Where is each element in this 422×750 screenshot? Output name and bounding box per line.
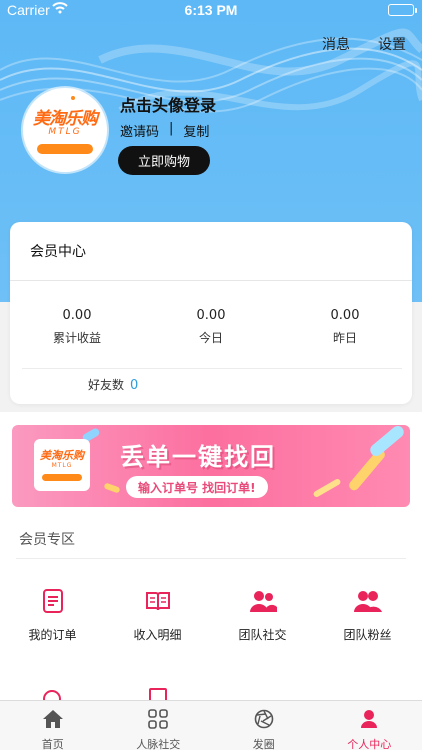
- order-icon: [0, 588, 105, 614]
- tab-moments[interactable]: 发圈: [211, 701, 317, 750]
- status-bar: Carrier 6:13 PM: [0, 0, 422, 22]
- tab-label: 发圈: [252, 738, 275, 750]
- member-center-title: 会员中心: [30, 244, 86, 260]
- message-button[interactable]: 消息: [322, 34, 350, 54]
- grid-icon: [148, 709, 169, 733]
- banner-logo-bar: [42, 474, 82, 481]
- avatar-logo-bar: [37, 144, 93, 154]
- friends-label: 好友数: [88, 378, 125, 392]
- main-content: 美淘乐购 MTLG 丢单一键找回 输入订单号 找回订单! 会员专区 我的订单 收…: [0, 412, 422, 708]
- find-order-banner[interactable]: 美淘乐购 MTLG 丢单一键找回 输入订单号 找回订单!: [12, 425, 410, 507]
- grid-item-label: 团队粉丝: [343, 628, 392, 642]
- stat-value: 0.00: [62, 308, 92, 323]
- divider: [10, 280, 412, 281]
- member-zone-title: 会员专区: [19, 532, 75, 548]
- tab-bar: 首页 人脉社交 发圈 个人中心: [0, 700, 422, 750]
- banner-logo-text: 美淘乐购: [40, 449, 84, 462]
- banner-decoration: [347, 447, 387, 493]
- logo-dot-decoration: [71, 96, 75, 100]
- home-icon: [42, 710, 64, 733]
- stat-total-earnings[interactable]: 0.00 累计收益: [10, 308, 144, 346]
- grid-item-label: 收入明细: [133, 628, 182, 642]
- stat-yesterday[interactable]: 0.00 昨日: [278, 308, 412, 346]
- my-orders-button[interactable]: 我的订单: [0, 588, 105, 643]
- friends-count-row[interactable]: 好友数 0: [88, 376, 138, 393]
- income-detail-icon: [105, 588, 210, 614]
- team-social-button[interactable]: 团队社交: [210, 588, 315, 643]
- shop-now-button[interactable]: 立即购物: [118, 146, 210, 175]
- banner-subtitle: 输入订单号 找回订单!: [126, 476, 268, 498]
- tab-label: 个人中心: [347, 738, 392, 750]
- avatar-logo-subtext: MTLG: [48, 127, 82, 137]
- team-fans-button[interactable]: 团队粉丝: [315, 588, 420, 643]
- tab-home[interactable]: 首页: [0, 701, 106, 750]
- tab-label: 人脉社交: [136, 738, 181, 750]
- stat-today[interactable]: 0.00 今日: [144, 308, 278, 346]
- team-social-icon: [210, 588, 315, 614]
- divider: [22, 368, 402, 369]
- avatar[interactable]: 美淘乐购 MTLG: [23, 88, 107, 172]
- banner-decoration: [103, 482, 121, 494]
- tab-personal-center[interactable]: 个人中心: [317, 701, 422, 750]
- grid-item-label: 我的订单: [28, 628, 77, 642]
- grid-item-label: 团队社交: [238, 628, 287, 642]
- tab-network[interactable]: 人脉社交: [106, 701, 212, 750]
- stat-label: 昨日: [332, 331, 357, 345]
- banner-title: 丢单一键找回: [120, 443, 276, 471]
- aperture-icon: [254, 709, 274, 733]
- banner-decoration: [367, 425, 407, 459]
- divider: [16, 558, 406, 559]
- stat-value: 0.00: [330, 308, 360, 323]
- avatar-logo-text: 美淘乐购: [33, 109, 98, 129]
- team-fans-icon: [315, 588, 420, 614]
- top-nav: 消息 设置: [322, 34, 406, 54]
- invite-separator: |: [169, 121, 174, 136]
- settings-button[interactable]: 设置: [378, 34, 406, 54]
- status-time: 6:13 PM: [184, 2, 238, 18]
- income-detail-button[interactable]: 收入明细: [105, 588, 210, 643]
- member-center-card: 会员中心 0.00 累计收益 0.00 今日 0.00 昨日 好友数 0: [10, 222, 412, 404]
- stat-label: 累计收益: [52, 331, 101, 345]
- friends-count: 0: [130, 378, 139, 393]
- tab-label: 首页: [41, 738, 64, 750]
- banner-logo-subtext: MTLG: [51, 462, 73, 469]
- stat-label: 今日: [198, 331, 223, 345]
- banner-decoration: [312, 477, 342, 499]
- copy-button[interactable]: 复制: [183, 121, 209, 140]
- invite-row: 邀请码 | 复制: [120, 121, 209, 140]
- invite-code-label: 邀请码: [120, 125, 160, 140]
- person-icon: [359, 710, 379, 733]
- stat-value: 0.00: [196, 308, 226, 323]
- login-prompt[interactable]: 点击头像登录: [120, 92, 216, 116]
- banner-logo: 美淘乐购 MTLG: [34, 439, 90, 491]
- battery-icon: [388, 4, 417, 16]
